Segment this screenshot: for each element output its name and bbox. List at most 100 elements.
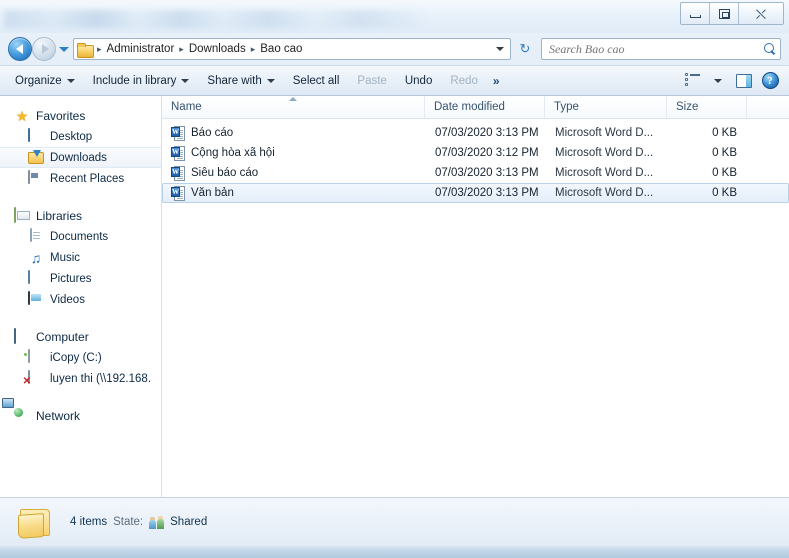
sidebar-item-music[interactable]: ♫ Music xyxy=(0,247,161,268)
file-size: 0 KB xyxy=(712,187,737,199)
toolbar-overflow-button[interactable]: » xyxy=(487,74,506,88)
videos-icon xyxy=(28,290,44,308)
command-toolbar: Organize Include in library Share with S… xyxy=(0,65,789,96)
column-headers: Name Date modified Type Size xyxy=(162,96,789,119)
toolbar-select-all-label: Select all xyxy=(292,74,340,87)
close-button[interactable]: ⛌ xyxy=(739,3,783,24)
view-options-button[interactable] xyxy=(679,69,705,93)
sidebar-label: Music xyxy=(50,251,81,264)
folder-icon xyxy=(77,42,94,58)
help-button[interactable]: ? xyxy=(757,69,783,93)
sidebar-item-computer[interactable]: Computer xyxy=(0,326,161,347)
window-bottom-edge xyxy=(0,546,789,558)
restore-icon xyxy=(718,8,730,19)
breadcrumb-downloads[interactable]: Downloads xyxy=(186,43,249,55)
pictures-icon xyxy=(28,269,44,287)
breadcrumb-separator: ▸ xyxy=(97,43,102,54)
table-row[interactable]: W Cộng hòa xã hội 07/03/2020 3:12 PM Mic… xyxy=(162,143,789,163)
history-dropdown-icon[interactable] xyxy=(59,46,69,52)
toolbar-organize[interactable]: Organize xyxy=(6,69,84,93)
sidebar-item-icopy-c[interactable]: iCopy (C:) xyxy=(0,347,161,368)
file-name: Văn bản xyxy=(191,187,234,199)
file-rows: W Báo cáo 07/03/2020 3:13 PM Microsoft W… xyxy=(162,119,789,497)
navigation-pane: ★ Favorites Desktop Downloads Recent Pla… xyxy=(0,96,162,497)
nav-group-favorites: ★ Favorites Desktop Downloads Recent Pla… xyxy=(0,105,161,189)
breadcrumb-bao-cao[interactable]: Bao cao xyxy=(257,43,305,55)
sidebar-item-recent-places[interactable]: Recent Places xyxy=(0,168,161,189)
sidebar-item-pictures[interactable]: Pictures xyxy=(0,268,161,289)
sidebar-item-videos[interactable]: Videos xyxy=(0,289,161,310)
breadcrumb-administrator[interactable]: Administrator xyxy=(104,43,178,55)
refresh-button[interactable]: ↻ xyxy=(514,38,536,60)
sidebar-label: Network xyxy=(36,408,81,423)
sort-ascending-icon xyxy=(289,97,297,101)
table-row[interactable]: W Siêu báo cáo 07/03/2020 3:13 PM Micros… xyxy=(162,163,789,183)
toolbar-share-with[interactable]: Share with xyxy=(198,69,283,93)
forward-button[interactable] xyxy=(32,37,56,61)
toolbar-redo: Redo xyxy=(441,69,487,93)
sidebar-item-network[interactable]: Network xyxy=(0,405,161,426)
column-header-size[interactable]: Size xyxy=(667,96,747,118)
column-label: Name xyxy=(171,101,202,113)
sidebar-label: luyen thi (\\192.168. xyxy=(50,372,152,385)
column-label: Type xyxy=(554,101,579,113)
file-type: Microsoft Word D... xyxy=(555,167,654,179)
sidebar-item-documents[interactable]: Documents xyxy=(0,226,161,247)
toolbar-select-all[interactable]: Select all xyxy=(284,69,349,93)
sidebar-item-luyen-thi[interactable]: luyen thi (\\192.168. xyxy=(0,368,161,389)
preview-pane-button[interactable] xyxy=(731,69,757,93)
column-header-date-modified[interactable]: Date modified xyxy=(425,96,545,118)
window-controls: ⛌ xyxy=(680,2,784,25)
file-size: 0 KB xyxy=(712,147,737,159)
toolbar-include-in-library[interactable]: Include in library xyxy=(84,69,199,93)
recent-places-icon xyxy=(28,169,44,187)
address-bar-row: ▸ Administrator ▸ Downloads ▸ Bao cao ↻ xyxy=(0,33,789,65)
file-date: 07/03/2020 3:13 PM xyxy=(435,187,539,199)
preview-pane-icon xyxy=(736,73,752,88)
sidebar-item-libraries[interactable]: Libraries xyxy=(0,205,161,226)
status-text: 4 items State: Shared xyxy=(70,516,207,529)
minimize-button[interactable] xyxy=(681,3,710,24)
forward-arrow-icon xyxy=(41,44,49,54)
sidebar-label: Libraries xyxy=(36,208,83,223)
search-box[interactable] xyxy=(541,38,781,60)
file-name: Cộng hòa xã hội xyxy=(191,147,275,159)
sidebar-label: Favorites xyxy=(36,108,86,123)
sidebar-label: Desktop xyxy=(50,130,93,143)
sidebar-label: Recent Places xyxy=(50,172,125,185)
title-bar: ⛌ xyxy=(0,0,789,33)
sidebar-item-desktop[interactable]: Desktop xyxy=(0,126,161,147)
sidebar-item-downloads[interactable]: Downloads xyxy=(0,147,161,168)
sidebar-label: iCopy (C:) xyxy=(50,351,102,364)
search-input[interactable] xyxy=(549,41,764,57)
sidebar-item-favorites[interactable]: ★ Favorites xyxy=(0,105,161,126)
breadcrumb-address-bar[interactable]: ▸ Administrator ▸ Downloads ▸ Bao cao xyxy=(73,38,511,60)
file-date: 07/03/2020 3:13 PM xyxy=(435,127,539,139)
back-button[interactable] xyxy=(8,37,32,61)
toolbar-paste-label: Paste xyxy=(357,74,387,87)
nav-group-libraries: Libraries Documents ♫ Music Pictures Vid… xyxy=(0,205,161,310)
breadcrumb-separator: ▸ xyxy=(250,43,256,54)
breadcrumb-separator: ▸ xyxy=(179,43,184,54)
downloads-icon xyxy=(28,150,44,166)
maximize-button[interactable] xyxy=(710,3,739,24)
close-icon: ⛌ xyxy=(755,5,767,22)
nav-group-network: Network xyxy=(0,405,161,426)
refresh-icon: ↻ xyxy=(519,41,531,56)
toolbar-paste: Paste xyxy=(348,69,395,93)
toolbar-include-in-library-label: Include in library xyxy=(92,74,177,87)
network-icon xyxy=(14,408,30,424)
address-dropdown-icon[interactable] xyxy=(496,47,504,51)
star-icon: ★ xyxy=(15,107,29,124)
state-label: State: xyxy=(113,516,144,528)
minimize-icon xyxy=(689,14,701,18)
table-row[interactable]: W Văn bản 07/03/2020 3:13 PM Microsoft W… xyxy=(162,183,789,203)
column-header-type[interactable]: Type xyxy=(545,96,667,118)
word-document-icon: W xyxy=(171,165,185,181)
table-row[interactable]: W Báo cáo 07/03/2020 3:13 PM Microsoft W… xyxy=(162,123,789,143)
view-options-dropdown[interactable] xyxy=(705,69,731,93)
toolbar-undo[interactable]: Undo xyxy=(396,69,442,93)
column-header-name[interactable]: Name xyxy=(162,96,425,118)
